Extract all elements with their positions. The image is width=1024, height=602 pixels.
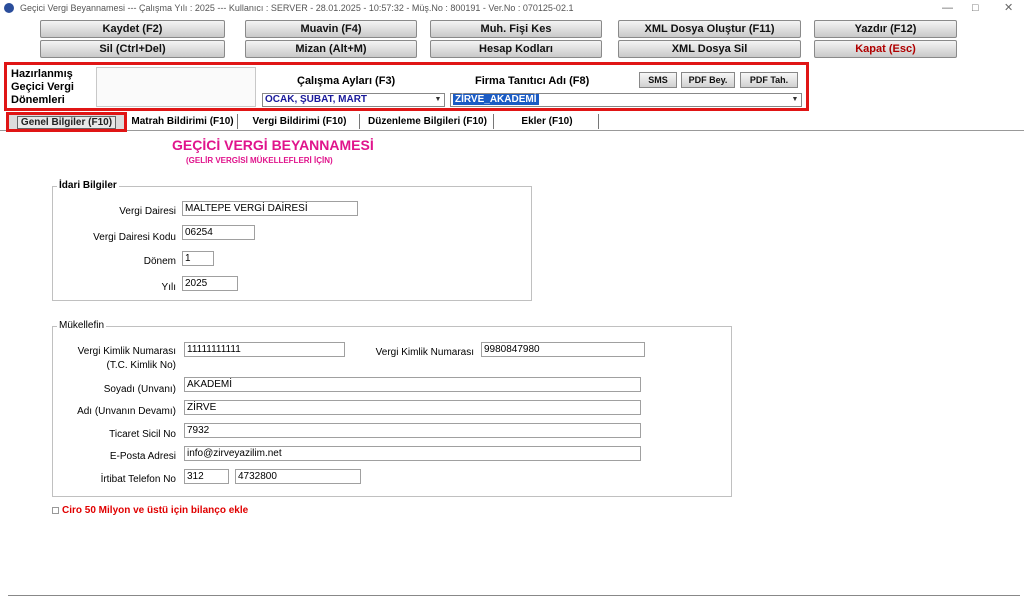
yazdir-button[interactable]: Yazdır (F12)	[814, 20, 957, 38]
telefon-kod-field[interactable]: 312	[184, 469, 229, 484]
app-icon	[4, 3, 14, 13]
chevron-down-icon[interactable]: ▼	[790, 95, 800, 105]
donemler-label: Hazırlanmış Geçici Vergi Dönemleri	[11, 68, 74, 106]
calisma-aylari-select[interactable]: OCAK, ŞUBAT, MART ▼	[262, 93, 445, 107]
idari-bilgiler-legend: İdari Bilgiler	[57, 180, 119, 191]
pdf-tah-button[interactable]: PDF Tah.	[740, 72, 798, 88]
vergi-dairesi-kodu-label: Vergi Dairesi Kodu	[93, 232, 176, 243]
adi-label: Adı (Unvanın Devamı)	[77, 406, 176, 417]
calisma-aylari-value: OCAK, ŞUBAT, MART	[265, 94, 368, 105]
tab-ekler[interactable]: Ekler (F10)	[496, 114, 599, 129]
tc-kimlik-field[interactable]: 11111111111	[184, 342, 345, 357]
donemler-list[interactable]	[96, 67, 256, 107]
tab-genel-bilgiler[interactable]: Genel Bilgiler (F10)	[6, 112, 127, 132]
soyadi-label: Soyadı (Unvanı)	[103, 384, 176, 395]
tc-kimlik-sublabel: (T.C. Kimlik No)	[106, 360, 176, 371]
vergi-dairesi-kodu-field[interactable]: 06254	[182, 225, 255, 240]
vkn-tc-label: Vergi Kimlik Numarası	[77, 346, 176, 357]
vkn-field[interactable]: 9980847980	[481, 342, 645, 357]
xml-sil-button[interactable]: XML Dosya Sil	[618, 40, 801, 58]
sil-button[interactable]: Sil (Ctrl+Del)	[40, 40, 225, 58]
tab-bar: Genel Bilgiler (F10) Matrah Bildirimi (F…	[0, 112, 1024, 132]
mukellef-legend: Mükellefin	[57, 320, 107, 331]
chevron-down-icon[interactable]: ▼	[433, 95, 443, 105]
tab-matrah-bildirimi[interactable]: Matrah Bildirimi (F10)	[128, 114, 238, 129]
sms-button[interactable]: SMS	[639, 72, 677, 88]
donem-field[interactable]: 1	[182, 251, 214, 266]
ticaret-sicil-field[interactable]: 7932	[184, 423, 641, 438]
close-icon[interactable]: ✕	[1004, 0, 1013, 16]
firma-tanitici-select[interactable]: ZİRVE_AKADEMİ ▼	[450, 93, 802, 107]
mizan-button[interactable]: Mizan (Alt+M)	[245, 40, 417, 58]
bilanco-checkbox-label: Ciro 50 Milyon ve üstü için bilanço ekle	[62, 505, 249, 516]
bilanco-checkbox-row[interactable]: Ciro 50 Milyon ve üstü için bilanço ekle	[52, 505, 248, 516]
maximize-icon[interactable]: □	[972, 0, 979, 16]
window-title: Geçici Vergi Beyannamesi --- Çalışma Yıl…	[20, 3, 574, 13]
telefon-no-field[interactable]: 4732800	[235, 469, 361, 484]
ticaret-sicil-label: Ticaret Sicil No	[109, 429, 176, 440]
minimize-icon[interactable]: —	[942, 0, 953, 16]
vkn-label: Vergi Kimlik Numarası	[375, 347, 474, 358]
title-bar: Geçici Vergi Beyannamesi --- Çalışma Yıl…	[0, 0, 1024, 16]
vergi-dairesi-label: Vergi Dairesi	[119, 206, 176, 217]
telefon-label: İrtibat Telefon No	[100, 474, 176, 485]
muh-fisi-kes-button[interactable]: Muh. Fişi Kes	[430, 20, 602, 38]
firma-tanitici-value: ZİRVE_AKADEMİ	[453, 94, 539, 105]
tab-divider	[0, 130, 1024, 131]
tab-vergi-bildirimi[interactable]: Vergi Bildirimi (F10)	[240, 114, 360, 129]
vergi-dairesi-field[interactable]: MALTEPE VERGİ DAİRESİ	[182, 201, 358, 216]
firma-tanitici-label: Firma Tanıtıcı Adı (F8)	[475, 75, 590, 87]
xml-olustur-button[interactable]: XML Dosya Oluştur (F11)	[618, 20, 801, 38]
calisma-aylari-label: Çalışma Ayları (F3)	[297, 75, 396, 87]
page-title: GEÇİCİ VERGİ BEYANNAMESİ	[172, 137, 374, 153]
yil-field[interactable]: 2025	[182, 276, 238, 291]
kapat-button[interactable]: Kapat (Esc)	[814, 40, 957, 58]
adi-field[interactable]: ZİRVE	[184, 400, 641, 415]
eposta-label: E-Posta Adresi	[109, 451, 176, 462]
donem-label: Dönem	[143, 256, 176, 267]
kaydet-button[interactable]: Kaydet (F2)	[40, 20, 225, 38]
pdf-bey-button[interactable]: PDF Bey.	[681, 72, 735, 88]
soyadi-field[interactable]: AKADEMİ	[184, 377, 641, 392]
tab-duzenleme-bilgileri[interactable]: Düzenleme Bilgileri (F10)	[362, 114, 494, 129]
hesap-kodlari-button[interactable]: Hesap Kodları	[430, 40, 602, 58]
eposta-field[interactable]: info@zirveyazilim.net	[184, 446, 641, 461]
muavin-button[interactable]: Muavin (F4)	[245, 20, 417, 38]
page-subtitle: (GELİR VERGİSİ MÜKELLEFLERİ İÇİN)	[186, 156, 333, 165]
bottom-divider	[8, 595, 1020, 596]
config-panel: Hazırlanmış Geçici Vergi Dönemleri Çalış…	[4, 62, 809, 111]
bilanco-checkbox[interactable]	[52, 506, 59, 514]
yil-label: Yılı	[161, 282, 176, 293]
